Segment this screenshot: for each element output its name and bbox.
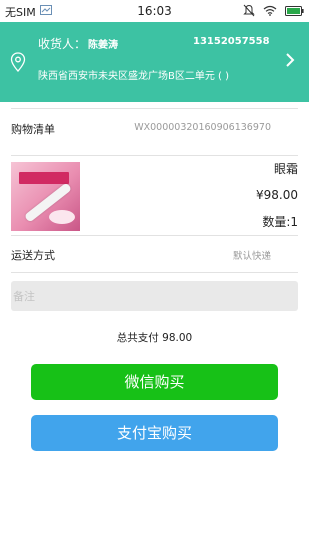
recipient-label: 收货人： (38, 37, 87, 51)
recipient-phone: 13152057558 (193, 36, 270, 47)
status-bar: 无SIM 16:03 (0, 0, 309, 22)
location-pin-icon (10, 52, 26, 72)
wechat-pay-button[interactable]: 微信购买 (31, 364, 278, 400)
shipping-address-card[interactable]: 收货人： 陈姜涛 13152057558 陕西省西安市未央区盛龙广场B区二单元 … (0, 22, 309, 102)
address-text: 陕西省西安市未央区盛龙广场B区二单元 ( ) (38, 71, 230, 82)
product-name: 眼霜 (273, 162, 298, 176)
product-image (11, 162, 80, 231)
divider (11, 108, 298, 109)
recipient-name: 陈姜涛 (88, 40, 118, 51)
order-number: WX0000032016090613​6970 (134, 122, 271, 133)
shipping-method-label: 运送方式 (11, 249, 55, 262)
shopping-list-label: 购物清单 (11, 123, 55, 136)
shipping-method-value[interactable]: 默认快递 (233, 248, 271, 262)
alipay-button[interactable]: 支付宝购买 (31, 415, 278, 451)
wifi-icon (263, 5, 277, 16)
divider (11, 235, 298, 236)
mute-icon (243, 4, 255, 17)
divider (11, 272, 298, 273)
battery-icon (285, 6, 304, 16)
total-payment: 总共支付 98.00 (116, 332, 193, 344)
product-quantity: 数量:1 (262, 215, 298, 229)
chevron-right-icon[interactable] (285, 52, 295, 68)
divider (11, 155, 298, 156)
note-input[interactable] (11, 281, 298, 311)
product-price: ¥98.00 (256, 188, 298, 202)
